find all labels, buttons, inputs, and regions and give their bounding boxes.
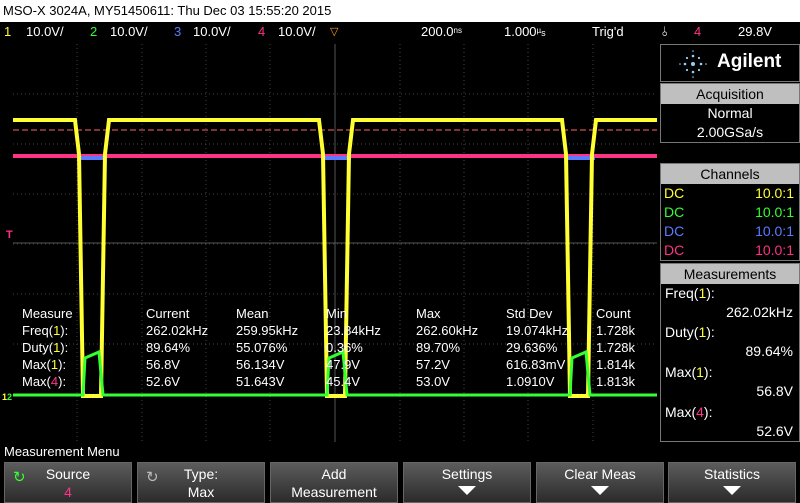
channel-row: DC 10.0:1 <box>664 242 794 258</box>
statistics-softkey[interactable]: Statistics <box>668 462 796 503</box>
delay-value[interactable]: 1.000µs <box>504 22 546 44</box>
measurement-item: Freq(1): 262.02kHz <box>665 285 793 320</box>
brand-logo: Agilent <box>660 44 800 82</box>
channel-row: DC 10.0:1 <box>664 204 794 220</box>
col-current: Current <box>146 306 190 321</box>
ch2-number[interactable]: 2 <box>90 22 97 42</box>
menu-title: Measurement Menu <box>0 442 800 462</box>
trigger-level[interactable]: 29.8V <box>738 22 772 42</box>
sample-rate: 2.00GSa/s <box>696 124 764 140</box>
add-measurement-softkey[interactable]: Add Measurement <box>270 462 398 503</box>
settings-softkey[interactable]: Settings <box>403 462 531 503</box>
ch4-number[interactable]: 4 <box>258 22 265 42</box>
timebase-prefix: ns <box>453 26 462 35</box>
acquisition-header: Acquisition <box>661 84 799 104</box>
trigger-level-marker: T <box>6 229 13 241</box>
timebase-value[interactable]: 200.0ns <box>421 22 462 44</box>
measurements-header: Measurements <box>661 264 799 284</box>
table-row: Max(1): 56.8V 56.134V 47.9V 57.2V 616.83… <box>22 357 636 372</box>
acquisition-mode: Normal <box>707 105 753 121</box>
source-softkey[interactable]: ↻ Source 4 <box>4 462 132 503</box>
measurement-item: Duty(1): 89.64% <box>665 324 793 359</box>
right-info-panel: Agilent Acquisition Normal 2.00GSa/s Cha… <box>660 44 800 442</box>
softkey-bar: ↻ Source 4 ↻ Type: Max Add Measurement S… <box>0 462 800 503</box>
channel-header-row: 1 10.0V/ 2 10.0V/ 3 10.0V/ 4 10.0V/ ▽ 20… <box>0 22 800 42</box>
brand-name: Agilent <box>717 51 782 72</box>
col-mean: Mean <box>236 306 269 321</box>
measurements-box: Measurements Freq(1): 262.02kHz Duty(1):… <box>660 263 800 442</box>
ch2-ground-marker[interactable]: 2 <box>7 392 12 402</box>
table-row: Max(4): 52.6V 51.643V 45.4V 53.0V 1.0910… <box>22 374 636 389</box>
channels-box: Channels DC 10.0:1 DC 10.0:1 DC 10.0:1 D… <box>660 163 800 261</box>
submenu-arrow-icon <box>458 486 476 495</box>
agilent-spark-icon <box>679 50 707 78</box>
entry-knob-icon: ↻ <box>13 469 26 486</box>
channel-row: DC 10.0:1 <box>664 223 794 239</box>
col-min: Min <box>326 306 347 321</box>
type-softkey[interactable]: ↻ Type: Max <box>137 462 265 503</box>
col-max: Max <box>416 306 441 321</box>
entry-knob-icon: ↻ <box>146 469 159 486</box>
channel-row: DC 10.0:1 <box>664 185 794 201</box>
table-row: Freq(1): 262.02kHz 259.95kHz 23.84kHz 26… <box>22 323 636 338</box>
ch4-scale[interactable]: 10.0V/ <box>278 22 316 42</box>
measurement-item: Max(1): 56.8V <box>665 364 793 399</box>
submenu-arrow-icon <box>723 486 741 495</box>
channels-header: Channels <box>661 164 799 184</box>
measure-table-header: Measure Current Mean Min Max Std Dev Cou… <box>22 305 662 322</box>
trigger-status: Trig'd <box>592 24 624 39</box>
table-row: Duty(1): 89.64% 55.076% 0.36% 89.70% 29.… <box>22 340 636 355</box>
trigger-position-icon: ▽ <box>330 26 339 38</box>
ch3-number[interactable]: 3 <box>174 22 181 42</box>
col-count: Count <box>596 306 631 321</box>
window-title: MSO-X 3024A, MY51450611: Thu Dec 03 15:5… <box>0 0 800 22</box>
trigger-source[interactable]: 4 <box>694 22 701 42</box>
col-measure: Measure <box>22 306 73 321</box>
trigger-edge-icon: ⫰ <box>662 24 668 39</box>
ch3-scale[interactable]: 10.0V/ <box>193 22 231 42</box>
measurement-item: Max(4): 52.6V <box>665 404 793 439</box>
acquisition-box: Acquisition Normal 2.00GSa/s <box>660 83 800 143</box>
ch1-scale[interactable]: 10.0V/ <box>26 22 64 42</box>
ch2-scale[interactable]: 10.0V/ <box>110 22 148 42</box>
submenu-arrow-icon <box>591 486 609 495</box>
col-stddev: Std Dev <box>506 306 553 321</box>
clear-meas-softkey[interactable]: Clear Meas <box>536 462 664 503</box>
ch1-number[interactable]: 1 <box>4 22 11 42</box>
